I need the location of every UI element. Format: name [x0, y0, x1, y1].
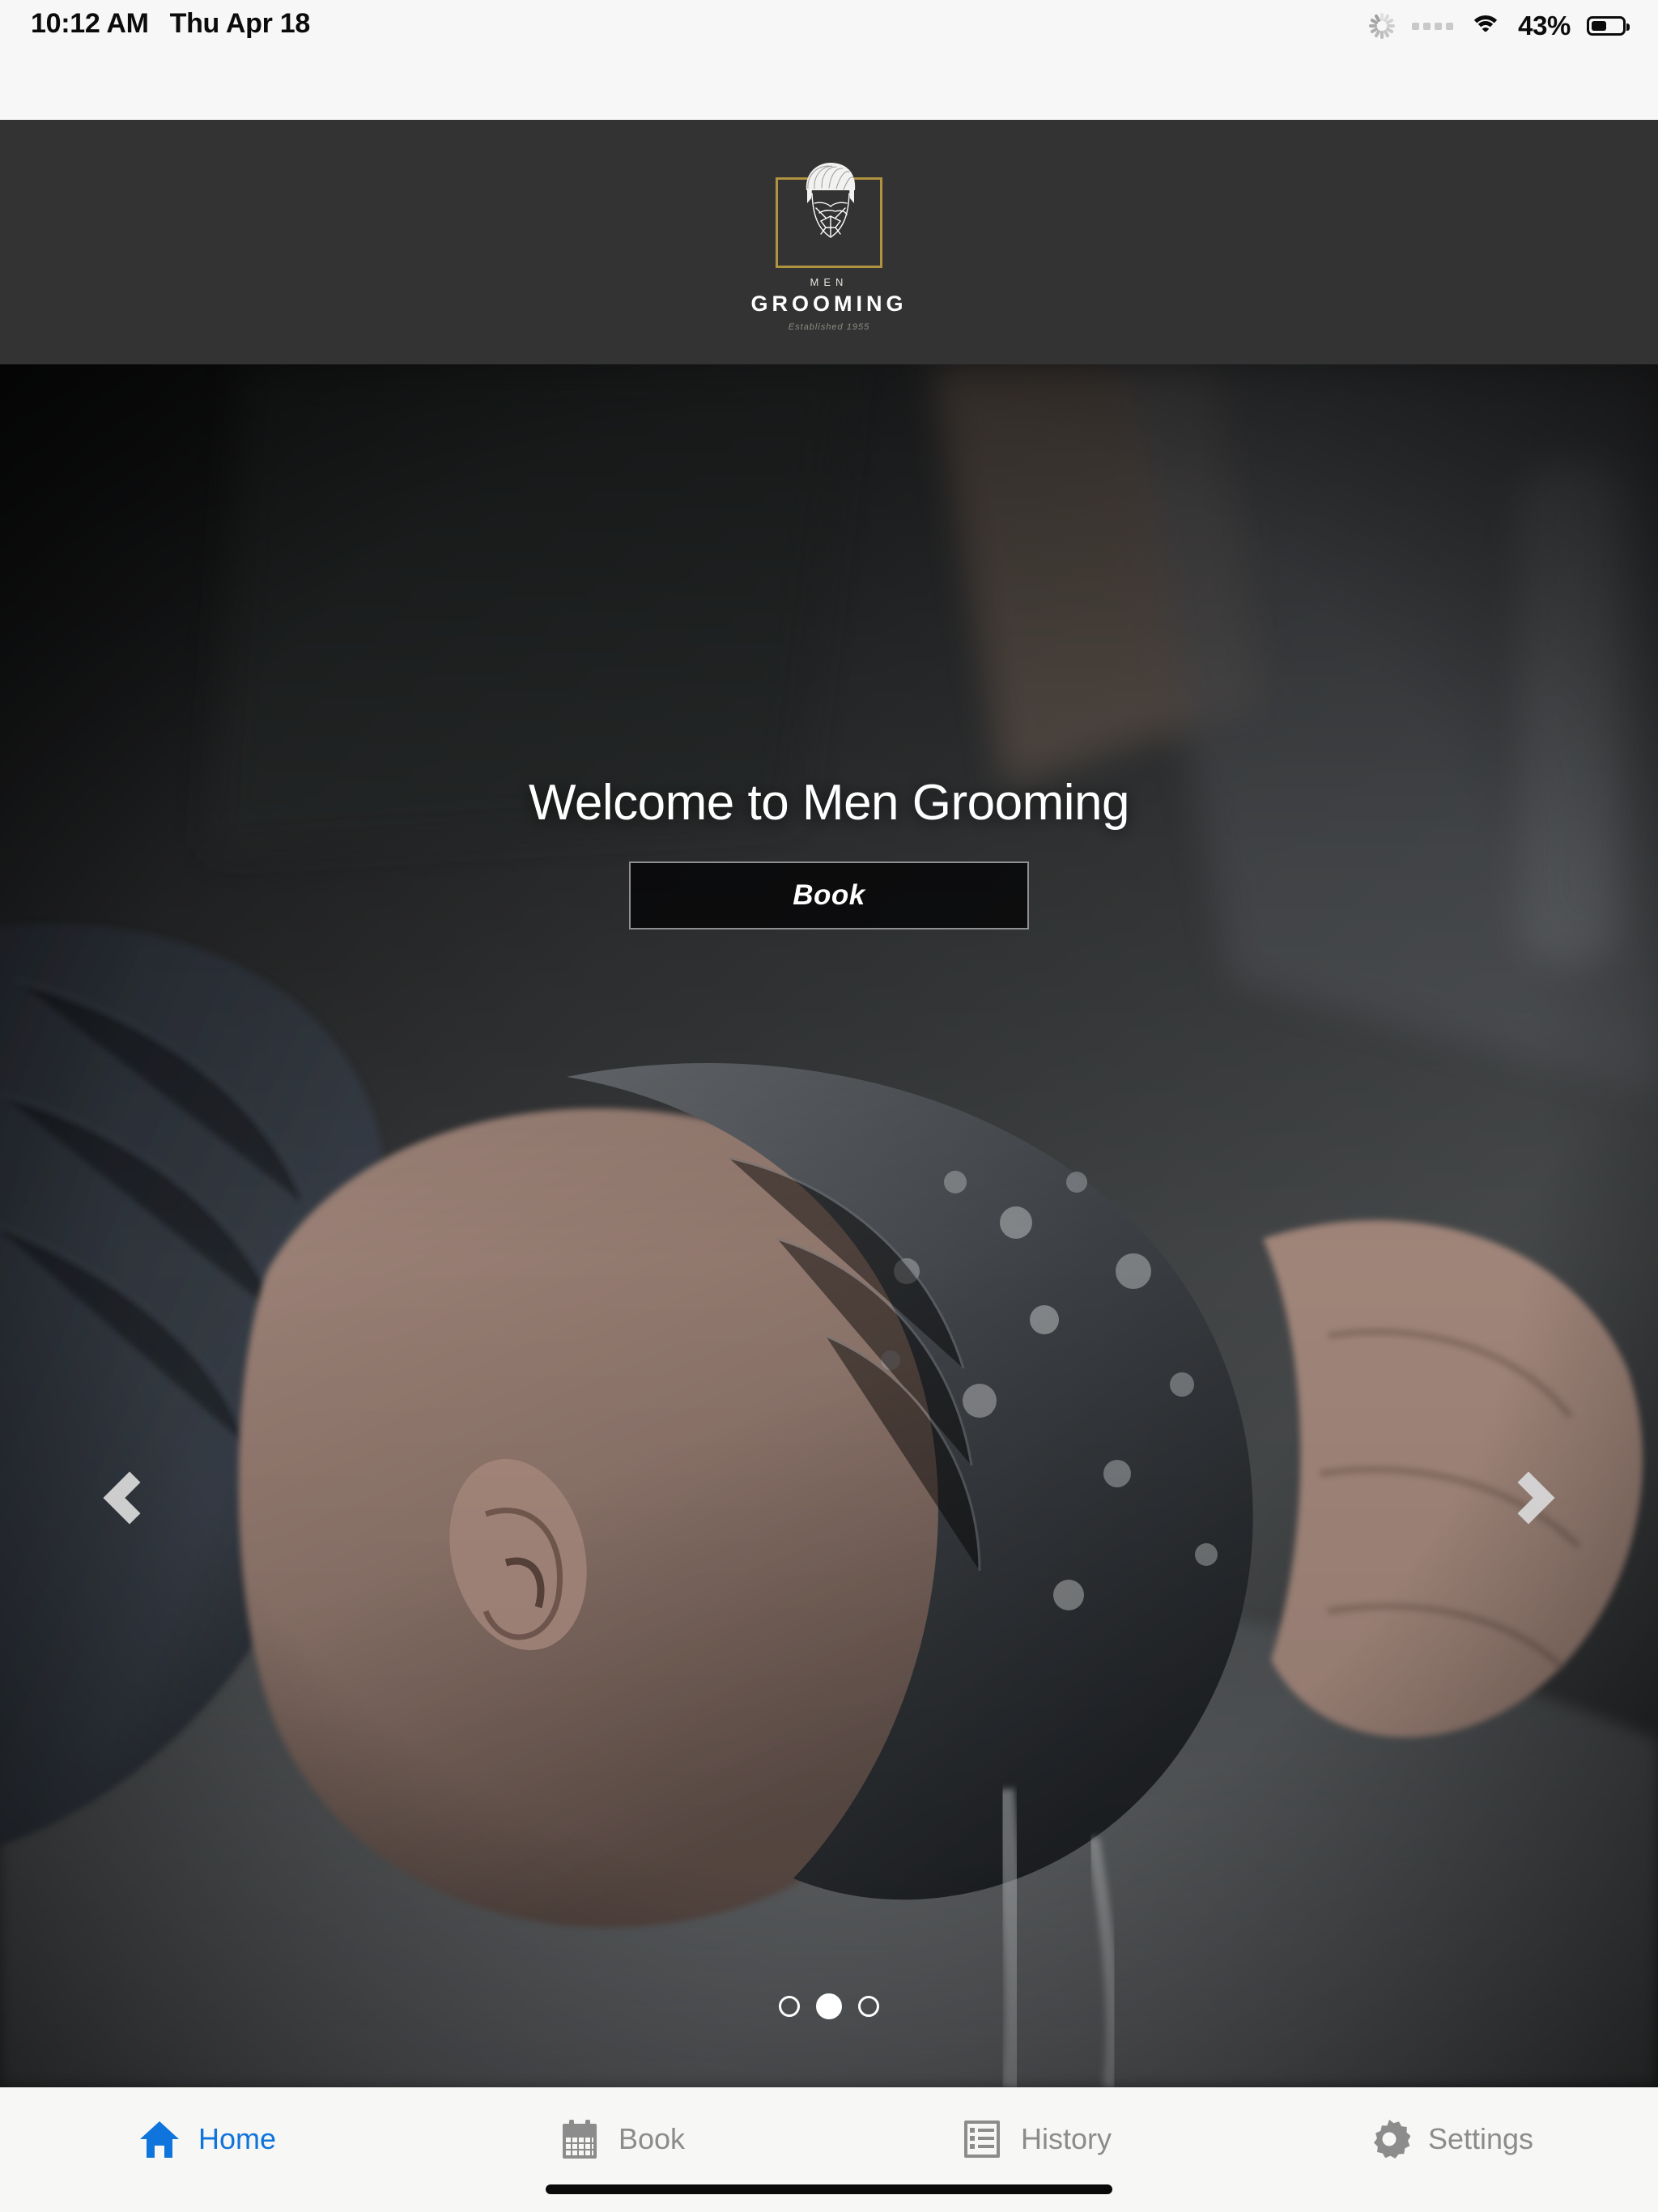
- battery-icon: [1587, 16, 1630, 36]
- carousel-prev-button[interactable]: [81, 1441, 178, 1555]
- carousel-dots: [0, 1993, 1658, 2019]
- tab-settings-label: Settings: [1427, 2122, 1534, 2155]
- hero-carousel[interactable]: Welcome to Men Grooming Book: [0, 364, 1658, 2087]
- book-button-label: Book: [793, 879, 865, 911]
- home-icon: [139, 2121, 179, 2158]
- carousel-next-button[interactable]: [1480, 1441, 1577, 1555]
- logo-tagline: Established 1955: [788, 321, 870, 332]
- battery-percent-label: 43%: [1518, 11, 1571, 40]
- logo-word-men: MEN: [810, 275, 848, 288]
- book-button[interactable]: Book: [629, 861, 1029, 929]
- status-bar-date: Thu Apr 18: [169, 8, 311, 39]
- status-bar-time: 10:12 AM: [31, 8, 149, 39]
- app-root: 10:12 AM Thu Apr 18 43% MEN GROOMING Est…: [0, 0, 1658, 2212]
- logo-face-svg: [806, 162, 856, 238]
- tab-history-label: History: [1020, 2122, 1112, 2155]
- list-icon: [963, 2121, 1000, 2158]
- home-indicator: [546, 2184, 1112, 2194]
- carousel-dot-2[interactable]: [816, 1993, 842, 2019]
- activity-spinner-icon: [1368, 12, 1396, 40]
- carousel-dot-3[interactable]: [858, 1996, 879, 2017]
- tab-home-label: Home: [198, 2122, 277, 2155]
- chevron-left-icon: [103, 1471, 156, 1525]
- app-header: MEN GROOMING Established 1955: [0, 120, 1658, 364]
- tab-book[interactable]: Book: [414, 2087, 829, 2176]
- status-bar-right: 43%: [1368, 8, 1630, 41]
- wifi-icon: [1469, 14, 1503, 38]
- bearded-man-face-icon: [756, 153, 902, 274]
- signal-dots-icon: [1412, 22, 1454, 30]
- tab-settings[interactable]: Settings: [1244, 2087, 1658, 2176]
- status-bar: 10:12 AM Thu Apr 18 43%: [0, 0, 1658, 120]
- gear-icon: [1373, 2120, 1410, 2159]
- tab-book-label: Book: [618, 2122, 686, 2155]
- chevron-right-icon: [1502, 1471, 1555, 1525]
- bottom-tab-bar: Home Book History Settings: [0, 2087, 1658, 2212]
- tab-history[interactable]: History: [829, 2087, 1244, 2176]
- status-bar-left: 10:12 AM Thu Apr 18: [31, 8, 310, 40]
- logo-word-main: GROOMING: [750, 291, 908, 316]
- carousel-dot-1[interactable]: [779, 1996, 800, 2017]
- tab-home[interactable]: Home: [0, 2087, 414, 2176]
- brand-logo: MEN GROOMING Established 1955: [736, 153, 922, 332]
- hero-content: Welcome to Men Grooming Book: [0, 364, 1658, 2087]
- hero-title: Welcome to Men Grooming: [529, 775, 1129, 831]
- calendar-icon: [562, 2120, 597, 2159]
